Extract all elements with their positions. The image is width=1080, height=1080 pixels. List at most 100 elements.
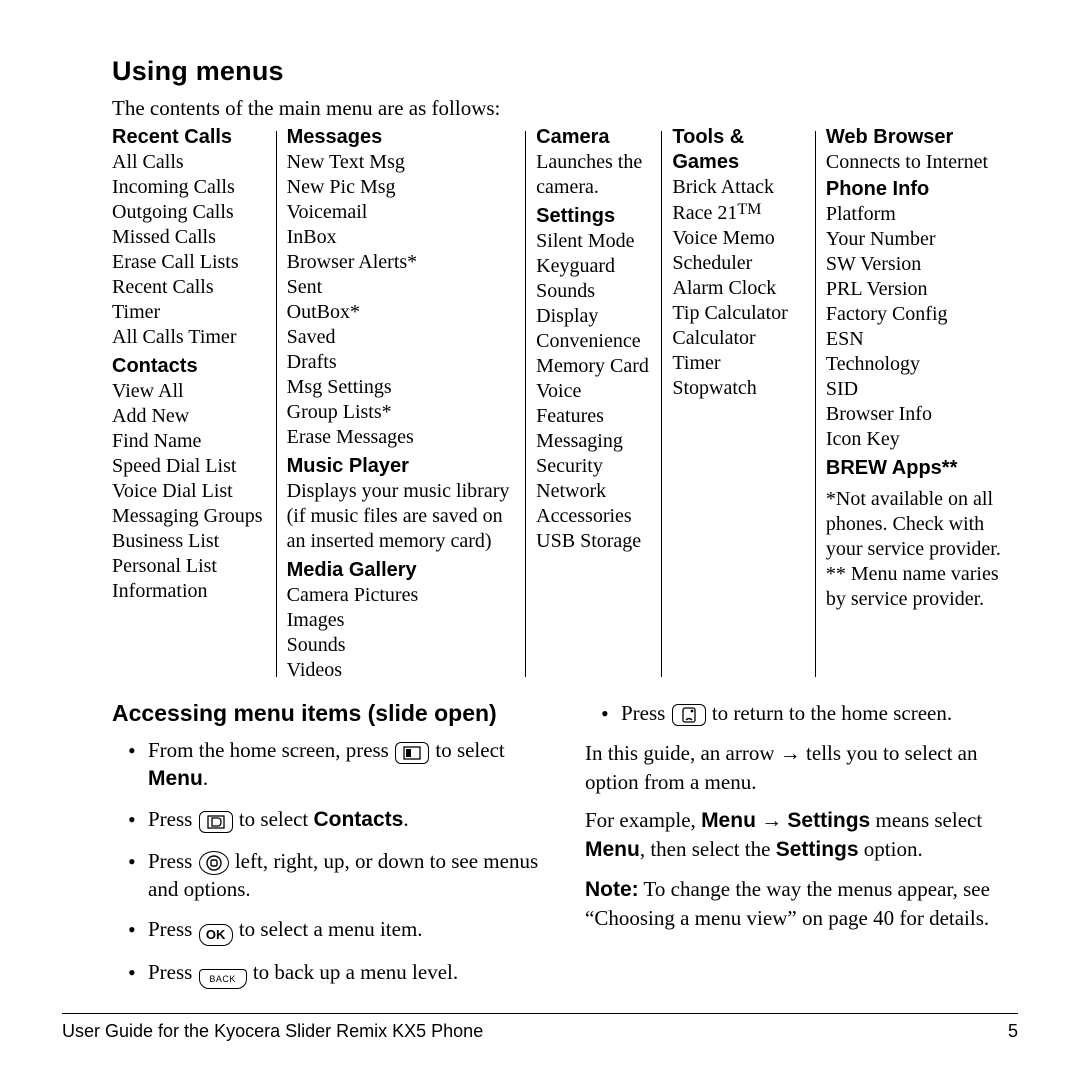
instruction-list: Press to return to the home screen. bbox=[585, 699, 1018, 727]
category-description: Connects to Internet bbox=[826, 150, 1018, 175]
list-item: Alarm Clock bbox=[672, 276, 805, 301]
paragraph: In this guide, an arrow → tells you to s… bbox=[585, 739, 1018, 796]
footnote-1: *Not available on all phones. Check with… bbox=[826, 487, 1018, 562]
list-item: Camera Pictures bbox=[287, 583, 516, 608]
back-key-label: BACK bbox=[209, 975, 236, 984]
instruction-item: Press to select Contacts. bbox=[128, 805, 545, 834]
list-item: Messaging bbox=[536, 429, 651, 454]
text-fragment: to select bbox=[239, 807, 314, 831]
list-item: Calculator bbox=[672, 326, 805, 351]
list-item: PRL Version bbox=[826, 277, 1018, 302]
list-item: Incoming Calls bbox=[112, 175, 266, 200]
category-phone-info: Phone Info bbox=[826, 177, 1018, 202]
list-item: Memory Card bbox=[536, 354, 651, 379]
list-item: Brick Attack bbox=[672, 175, 805, 200]
text-fragment: option. bbox=[859, 837, 923, 861]
arrow-icon: → bbox=[761, 808, 782, 832]
menu-col-2: Messages New Text Msg New Pic Msg Voicem… bbox=[277, 125, 526, 683]
list-item: All Calls Timer bbox=[112, 325, 266, 350]
list-item: SW Version bbox=[826, 252, 1018, 277]
text-fragment: Press bbox=[148, 917, 198, 941]
category-description: Launches the camera. bbox=[536, 150, 651, 200]
list-item: Race 21TM bbox=[672, 200, 805, 226]
menu-col-5: Web Browser Connects to Internet Phone I… bbox=[816, 125, 1018, 683]
list-item: Your Number bbox=[826, 227, 1018, 252]
settings-keyword: Settings bbox=[787, 809, 870, 832]
ok-key-label: OK bbox=[206, 928, 226, 941]
instruction-list: From the home screen, press to select Me… bbox=[112, 736, 545, 990]
category-web-browser: Web Browser bbox=[826, 125, 1018, 150]
lower-right-column: Press to return to the home screen. In t… bbox=[585, 699, 1018, 1001]
menu-keyword: Menu bbox=[148, 767, 203, 790]
page-title: Using menus bbox=[112, 55, 1018, 89]
list-item: Outgoing Calls bbox=[112, 200, 266, 225]
intro-text: The contents of the main menu are as fol… bbox=[112, 95, 1018, 121]
list-item: Accessories bbox=[536, 504, 651, 529]
settings-keyword: Settings bbox=[776, 838, 859, 861]
arrow-icon: → bbox=[780, 741, 801, 765]
list-item: Find Name bbox=[112, 429, 266, 454]
paragraph: For example, Menu → Settings means selec… bbox=[585, 806, 1018, 865]
text-fragment: . bbox=[403, 807, 408, 831]
subheading: Accessing menu items (slide open) bbox=[112, 699, 545, 728]
back-key-icon: BACK bbox=[199, 969, 247, 989]
category-tools-games: Tools & Games bbox=[672, 125, 805, 175]
text-fragment: to select a menu item. bbox=[239, 917, 423, 941]
list-item: ESN bbox=[826, 327, 1018, 352]
menu-keyword: Menu bbox=[585, 838, 640, 861]
list-item: View All bbox=[112, 379, 266, 404]
list-item: Information bbox=[112, 579, 266, 604]
list-item: Missed Calls bbox=[112, 225, 266, 250]
menu-col-1: Recent Calls All Calls Incoming Calls Ou… bbox=[112, 125, 276, 683]
list-item: SID bbox=[826, 377, 1018, 402]
nav-ring-icon bbox=[199, 851, 229, 875]
list-item: All Calls bbox=[112, 150, 266, 175]
list-item: Platform bbox=[826, 202, 1018, 227]
list-item: Messaging Groups bbox=[112, 504, 266, 529]
category-description: Displays your music library (if music fi… bbox=[287, 479, 516, 554]
list-item: Erase Call Lists bbox=[112, 250, 266, 275]
menu-col-4: Tools & Games Brick Attack Race 21TM Voi… bbox=[662, 125, 815, 683]
text-fragment: Press bbox=[148, 849, 198, 873]
footer-title: User Guide for the Kyocera Slider Remix … bbox=[62, 1020, 483, 1043]
list-item: New Pic Msg bbox=[287, 175, 516, 200]
list-item: Voice Dial List bbox=[112, 479, 266, 504]
manual-page: Using menus The contents of the main men… bbox=[0, 0, 1080, 1080]
note-paragraph: Note: To change the way the menus appear… bbox=[585, 875, 1018, 933]
list-item: Convenience bbox=[536, 329, 651, 354]
lower-left-column: Accessing menu items (slide open) From t… bbox=[112, 699, 545, 1001]
menu-keyword: Menu bbox=[701, 809, 756, 832]
text-fragment: Press bbox=[148, 807, 198, 831]
page-number: 5 bbox=[1008, 1020, 1018, 1043]
instruction-item: From the home screen, press to select Me… bbox=[128, 736, 545, 794]
text-fragment: Press bbox=[621, 701, 671, 725]
list-item: Sounds bbox=[536, 279, 651, 304]
category-brew-apps: BREW Apps** bbox=[826, 456, 1018, 481]
list-item: Factory Config bbox=[826, 302, 1018, 327]
text-fragment: From the home screen, press bbox=[148, 738, 394, 762]
list-item: Timer bbox=[672, 351, 805, 376]
text-fragment: to select bbox=[435, 738, 504, 762]
note-text: To change the way the menus appear, see … bbox=[585, 877, 990, 930]
footnote-2: ** Menu name varies by service provider. bbox=[826, 562, 1018, 612]
instruction-item: Press left, right, up, or down to see me… bbox=[128, 847, 545, 904]
text-fragment: . bbox=[203, 766, 208, 790]
category-camera: Camera bbox=[536, 125, 651, 150]
trademark-symbol: TM bbox=[737, 201, 761, 218]
list-item: Scheduler bbox=[672, 251, 805, 276]
category-recent-calls: Recent Calls bbox=[112, 125, 266, 150]
category-media-gallery: Media Gallery bbox=[287, 558, 516, 583]
list-item: Sounds bbox=[287, 633, 516, 658]
text-fragment: means select bbox=[870, 808, 982, 832]
list-item: Images bbox=[287, 608, 516, 633]
list-item: Group Lists* bbox=[287, 400, 516, 425]
text-fragment: to return to the home screen. bbox=[712, 701, 952, 725]
list-item: Voice Features bbox=[536, 379, 651, 429]
text-fragment: In this guide, an arrow bbox=[585, 741, 780, 765]
main-menu-table: Recent Calls All Calls Incoming Calls Ou… bbox=[112, 125, 1018, 683]
category-settings: Settings bbox=[536, 204, 651, 229]
list-item: Personal List bbox=[112, 554, 266, 579]
list-item: Technology bbox=[826, 352, 1018, 377]
ok-key-icon: OK bbox=[199, 924, 233, 946]
list-item: Tip Calculator bbox=[672, 301, 805, 326]
